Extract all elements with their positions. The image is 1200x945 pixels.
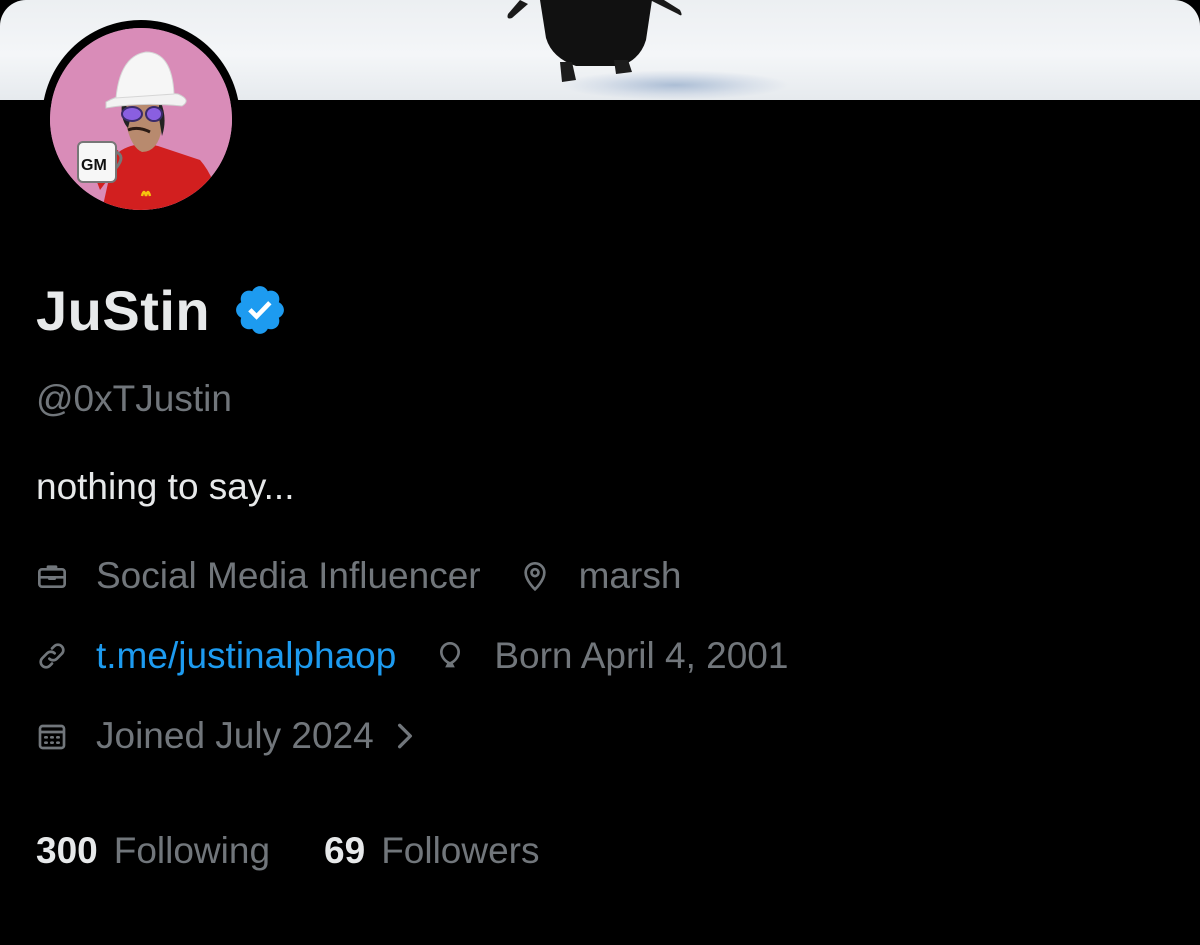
followers-label: Followers [381,830,540,871]
website-link[interactable]: t.me/justinalphaop [96,635,396,677]
birthday-item: Born April 4, 2001 [434,635,788,677]
balloon-icon [434,640,466,672]
followers-stat[interactable]: 69 Followers [324,830,539,872]
link-icon [36,640,68,672]
profession-text: Social Media Influencer [96,555,481,596]
chevron-right-icon[interactable] [392,720,418,752]
profile-stats: 300 Following 69 Followers [36,830,594,872]
location-item: marsh [519,555,682,597]
joined-item[interactable]: Joined July 2024 [36,715,418,757]
joined-text: Joined July 2024 [96,715,374,756]
following-stat[interactable]: 300 Following [36,830,270,872]
profile-meta: Social Media Influencer marsh t.me/justi… [36,546,1160,766]
briefcase-icon [36,560,68,592]
birthday-text: Born April 4, 2001 [494,635,789,676]
website-item[interactable]: t.me/justinalphaop [36,635,396,677]
meta-row-3: Joined July 2024 [36,706,1160,766]
following-count: 300 [36,830,98,871]
profession-item: Social Media Influencer [36,555,481,597]
name-row: JuStin [36,270,1160,350]
meta-row-2: t.me/justinalphaop Born April 4, 2001 [36,626,1160,686]
meta-row-1: Social Media Influencer marsh [36,546,1160,606]
avatar[interactable]: GM [42,20,240,218]
avatar-image: GM [50,28,232,210]
location-pin-icon [519,560,551,592]
location-text: marsh [578,555,682,596]
avatar-mug-text: GM [81,157,107,174]
display-name: JuStin [36,278,211,342]
following-label: Following [113,830,271,871]
calendar-icon [36,720,68,752]
handle: @0xTJustin [36,378,232,419]
followers-count: 69 [324,830,366,871]
bio: nothing to say... [36,466,295,507]
profile-info: JuStin @0xTJustin nothing to say... Soci… [36,270,1160,786]
verified-badge-icon[interactable] [232,282,288,338]
